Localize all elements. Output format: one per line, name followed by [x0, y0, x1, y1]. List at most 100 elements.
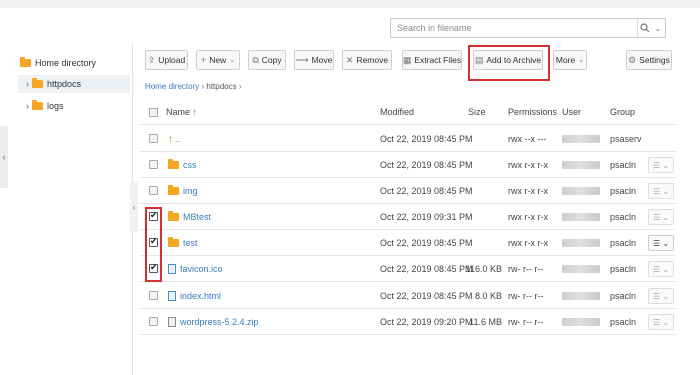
sidebar-item-label: logs: [47, 101, 64, 111]
remove-icon: ✕: [345, 54, 354, 65]
up-directory-icon: ↑: [168, 133, 173, 145]
chevron-right-icon[interactable]: ›: [26, 79, 29, 89]
table-row[interactable]: favicon.ico Oct 22, 2019 08:45 PM 116.0 …: [140, 256, 676, 282]
row-divider: [140, 334, 676, 335]
user-blurred: [562, 187, 600, 195]
new-button[interactable]: + New ⌄: [196, 50, 240, 70]
chevron-left-icon: ‹: [2, 152, 6, 162]
sidebar-item-label: Home directory: [35, 58, 97, 68]
collapse-left-handle[interactable]: ‹: [0, 126, 8, 188]
copy-button[interactable]: ⧉ Copy: [248, 50, 286, 70]
settings-icon: ⚙: [628, 54, 637, 65]
menu-icon: ☰ ⌄: [652, 317, 670, 327]
column-header-size[interactable]: Size: [468, 107, 486, 117]
more-button[interactable]: More ⌄: [553, 50, 587, 70]
row-menu-button[interactable]: ☰ ⌄: [648, 235, 674, 251]
file-name-cell[interactable]: MBtest: [168, 204, 211, 230]
row-menu-button[interactable]: ☰ ⌄: [648, 261, 674, 277]
upload-icon: ⇪: [147, 54, 156, 65]
sidebar-item-logs[interactable]: › logs: [26, 97, 64, 115]
sidebar-item-label: httpdocs: [47, 79, 82, 89]
breadcrumb-home-link[interactable]: Home directory: [145, 82, 199, 91]
user-blurred: [562, 161, 600, 169]
move-icon: ⟶: [295, 54, 309, 65]
menu-icon: ☰ ⌄: [652, 264, 670, 274]
file-name-cell[interactable]: css: [168, 152, 197, 178]
table-row[interactable]: test Oct 22, 2019 08:45 PM rwx r-x r-x p…: [140, 230, 676, 256]
menu-icon: ☰ ⌄: [652, 160, 670, 170]
folder-icon: [168, 211, 179, 221]
row-checkbox[interactable]: [149, 134, 158, 143]
folder-icon: [20, 57, 31, 67]
zip-file-icon: [168, 317, 176, 327]
row-checkbox[interactable]: [149, 186, 158, 195]
remove-button[interactable]: ✕ Remove: [342, 50, 392, 70]
column-header-permissions[interactable]: Permissions: [508, 107, 557, 117]
file-name-cell[interactable]: index.html: [168, 283, 221, 309]
chevron-down-icon[interactable]: ⌄: [651, 19, 665, 37]
folder-icon: [32, 78, 43, 88]
search-box[interactable]: ⌄: [390, 18, 666, 38]
settings-button[interactable]: ⚙ Settings: [626, 50, 672, 70]
sort-up-icon: ↑: [192, 107, 198, 117]
row-menu-button[interactable]: ☰ ⌄: [648, 209, 674, 225]
folder-icon: [168, 185, 179, 195]
table-row[interactable]: wordpress-5.2.4.zip Oct 22, 2019 09:20 P…: [140, 309, 676, 335]
folder-icon: [168, 237, 179, 247]
menu-icon: ☰ ⌄: [652, 238, 670, 248]
user-blurred: [562, 318, 600, 326]
file-name-cell[interactable]: img: [168, 178, 198, 204]
search-button[interactable]: [637, 19, 651, 37]
table-row[interactable]: img Oct 22, 2019 08:45 PM rwx r-x r-x ps…: [140, 178, 676, 204]
file-name-cell[interactable]: favicon.ico: [168, 256, 223, 282]
file-icon: [168, 264, 176, 274]
breadcrumb: Home directory › httpdocs ›: [145, 82, 242, 91]
sidebar-item-home-directory[interactable]: Home directory: [20, 54, 96, 72]
breadcrumb-current: httpdocs: [206, 82, 237, 91]
move-button[interactable]: ⟶ Move: [294, 50, 334, 70]
row-menu-button[interactable]: ☰ ⌄: [648, 288, 674, 304]
user-blurred: [562, 265, 600, 273]
menu-icon: ☰ ⌄: [652, 291, 670, 301]
table-row[interactable]: ↑.. Oct 22, 2019 08:45 PM rwx --x --- ps…: [140, 126, 676, 152]
column-header-group[interactable]: Group: [610, 107, 635, 117]
user-blurred: [562, 239, 600, 247]
user-blurred: [562, 135, 600, 143]
collapse-tree-handle[interactable]: ‹: [130, 182, 138, 232]
user-blurred: [562, 292, 600, 300]
plus-icon: +: [200, 55, 207, 65]
column-header-user[interactable]: User: [562, 107, 581, 117]
select-all-checkbox[interactable]: [149, 108, 158, 117]
menu-icon: ☰ ⌄: [652, 212, 670, 222]
row-menu-button[interactable]: ☰ ⌄: [648, 314, 674, 330]
file-name-cell[interactable]: test: [168, 230, 198, 256]
user-blurred: [562, 213, 600, 221]
row-checkbox[interactable]: [149, 291, 158, 300]
menu-icon: ☰ ⌄: [652, 186, 670, 196]
table-row[interactable]: index.html Oct 22, 2019 08:45 PM 8.0 KB …: [140, 283, 676, 309]
row-checkbox[interactable]: [149, 317, 158, 326]
copy-icon: ⧉: [252, 54, 259, 65]
file-name-cell[interactable]: ↑..: [168, 126, 180, 152]
upload-button[interactable]: ⇪ Upload: [145, 50, 188, 70]
search-input[interactable]: [391, 19, 641, 37]
row-menu-button[interactable]: ☰ ⌄: [648, 157, 674, 173]
column-header-name[interactable]: Name ↑: [166, 107, 197, 117]
file-icon: [168, 291, 176, 301]
header-divider: [140, 124, 676, 125]
chevron-left-icon: ‹: [132, 202, 136, 212]
chevron-down-icon: ⌄: [229, 57, 236, 64]
table-row[interactable]: css Oct 22, 2019 08:45 PM rwx r-x r-x ps…: [140, 152, 676, 178]
file-name-cell[interactable]: wordpress-5.2.4.zip: [168, 309, 259, 335]
row-divider: [140, 281, 676, 282]
breadcrumb-separator: ›: [238, 82, 242, 91]
extract-files-button[interactable]: ▦ Extract Files: [402, 50, 462, 70]
row-menu-button[interactable]: ☰ ⌄: [648, 183, 674, 199]
chevron-right-icon[interactable]: ›: [26, 101, 29, 111]
sidebar-item-httpdocs[interactable]: › httpdocs: [18, 75, 130, 93]
column-header-modified[interactable]: Modified: [380, 107, 414, 117]
row-checkbox[interactable]: [149, 160, 158, 169]
table-row[interactable]: MBtest Oct 22, 2019 09:31 PM rwx r-x r-x…: [140, 204, 676, 230]
highlight-box: [468, 45, 550, 81]
chevron-down-icon: ⌄: [578, 57, 585, 64]
